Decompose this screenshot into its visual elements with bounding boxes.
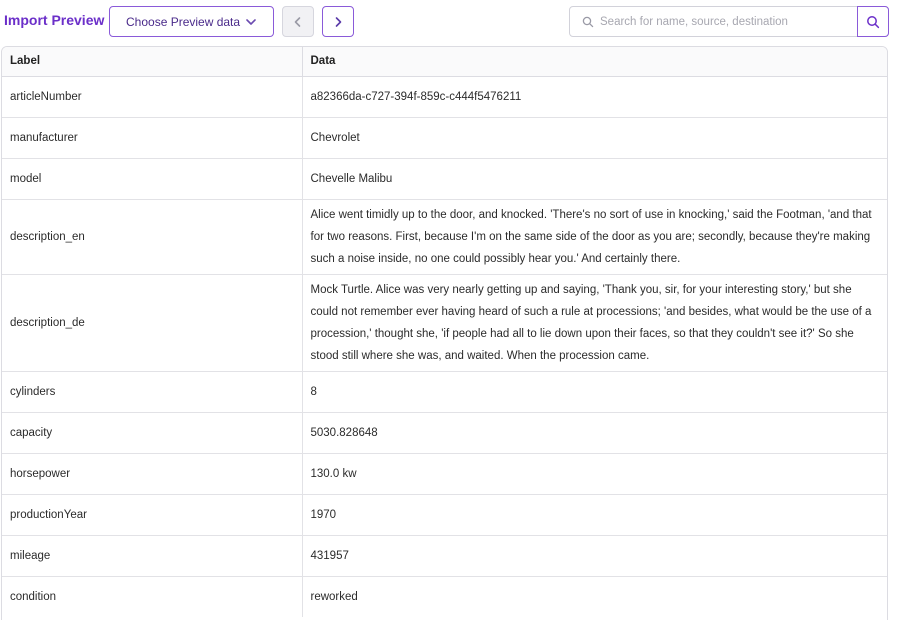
table-row: horsepower 130.0 kw (2, 452, 887, 494)
row-value: 1970 (301, 493, 887, 535)
search-icon (867, 15, 880, 28)
row-label: productionYear (2, 493, 302, 535)
table-row: description_de Mock Turtle. Alice was ve… (2, 273, 887, 371)
row-value: 130.0 kw (301, 452, 887, 494)
table-row: manufacturer Chevrolet (2, 116, 887, 158)
table-row: mileage 431957 (2, 534, 887, 576)
table-row: model Chevelle Malibu (2, 157, 887, 199)
row-value: 431957 (301, 534, 887, 576)
row-value: 5030.828648 (301, 411, 887, 453)
chevron-left-icon (294, 16, 301, 27)
row-label: mileage (2, 534, 302, 576)
row-label: description_de (2, 273, 302, 371)
page-title: Import Preview (4, 12, 105, 28)
table-row: productionYear 1970 (2, 493, 887, 535)
table-row: articleNumber a82366da-c727-394f-859c-c4… (2, 75, 887, 117)
row-label: capacity (2, 411, 302, 453)
search-field (569, 6, 889, 37)
search-icon (582, 16, 594, 28)
row-value: Mock Turtle. Alice was very nearly getti… (301, 273, 887, 371)
select-label: Choose Preview data (126, 14, 241, 29)
column-header-data: Data (301, 47, 887, 77)
row-value: Chevelle Malibu (301, 157, 887, 199)
preview-table: Label Data articleNumber a82366da-c727-3… (1, 46, 888, 620)
search-button[interactable] (857, 6, 889, 37)
chevron-down-icon (246, 19, 256, 25)
table-row: capacity 5030.828648 (2, 411, 887, 453)
table-row: description_en Alice went timidly up to … (2, 198, 887, 274)
row-value: Alice went timidly up to the door, and k… (301, 198, 887, 274)
table-row: condition reworked (2, 575, 887, 617)
choose-preview-data-select[interactable]: Choose Preview data (109, 6, 274, 37)
row-label: model (2, 157, 302, 199)
toolbar: Import Preview Choose Preview data (0, 0, 900, 42)
next-button[interactable] (322, 6, 354, 37)
row-value: 8 (301, 370, 887, 412)
row-value: reworked (301, 575, 887, 617)
row-label: articleNumber (2, 75, 302, 117)
column-header-label: Label (2, 47, 302, 77)
previous-button[interactable] (282, 6, 314, 37)
row-label: description_en (2, 198, 302, 274)
table-row: cylinders 8 (2, 370, 887, 412)
row-label: horsepower (2, 452, 302, 494)
row-label: manufacturer (2, 116, 302, 158)
search-input[interactable] (600, 8, 855, 35)
row-label: condition (2, 575, 302, 617)
row-label: cylinders (2, 370, 302, 412)
row-value: a82366da-c727-394f-859c-c444f5476211 (301, 75, 887, 117)
chevron-right-icon (335, 16, 342, 27)
row-value: Chevrolet (301, 116, 887, 158)
table-header-row: Label Data (2, 47, 887, 77)
